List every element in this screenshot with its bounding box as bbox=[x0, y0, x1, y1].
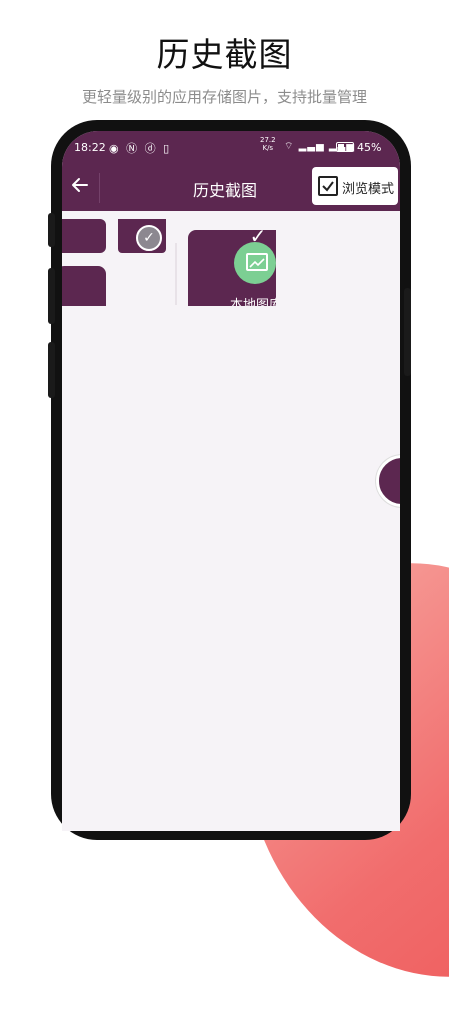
status-notification-icons: ◉ Ⓝ ⓓ ▯ bbox=[109, 142, 172, 155]
browse-mode-toggle[interactable]: 浏览模式 bbox=[312, 167, 398, 205]
checkbox-icon[interactable] bbox=[318, 176, 338, 196]
phone-side-button bbox=[48, 213, 55, 247]
phone-side-button bbox=[48, 342, 55, 398]
check-circle-icon[interactable]: ✓ bbox=[136, 225, 162, 251]
battery-icon bbox=[336, 142, 354, 152]
floating-action-button[interactable] bbox=[376, 455, 400, 507]
network-speed-unit: K/s bbox=[262, 144, 274, 152]
phone-side-button bbox=[48, 268, 55, 324]
screenshot-thumbnail[interactable] bbox=[62, 219, 106, 253]
thumbnail-caption: 本地图库 bbox=[230, 298, 276, 306]
screenshot-thumbnail[interactable] bbox=[62, 266, 106, 306]
phone-screen: 18:22 ◉ Ⓝ ⓓ ▯ 27.2 K/s ⌔ ▂▃▅ ▂▃▅ 45% 历史截… bbox=[62, 131, 400, 831]
checkmark-icon bbox=[322, 181, 334, 192]
app-bar: 历史截图 浏览模式 bbox=[62, 165, 400, 211]
chart-board-icon bbox=[246, 253, 268, 271]
divider bbox=[175, 243, 177, 305]
promo-title: 历史截图 bbox=[156, 35, 293, 74]
trend-line-icon bbox=[249, 258, 265, 268]
battery-percent: 45% bbox=[357, 141, 382, 154]
checkmark-icon[interactable]: ✓ bbox=[245, 223, 271, 249]
network-speed-value: 27.2 bbox=[260, 136, 276, 144]
status-bar: 18:22 ◉ Ⓝ ⓓ ▯ 27.2 K/s ⌔ ▂▃▅ ▂▃▅ 45% bbox=[62, 131, 400, 165]
status-time: 18:22 bbox=[74, 141, 106, 154]
phone-power-button bbox=[404, 288, 411, 376]
promo-subtitle: 更轻量级别的应用存储图片，支持批量管理 bbox=[81, 88, 367, 106]
status-network-speed: 27.2 K/s bbox=[260, 136, 276, 152]
browse-mode-label: 浏览模式 bbox=[342, 182, 395, 197]
